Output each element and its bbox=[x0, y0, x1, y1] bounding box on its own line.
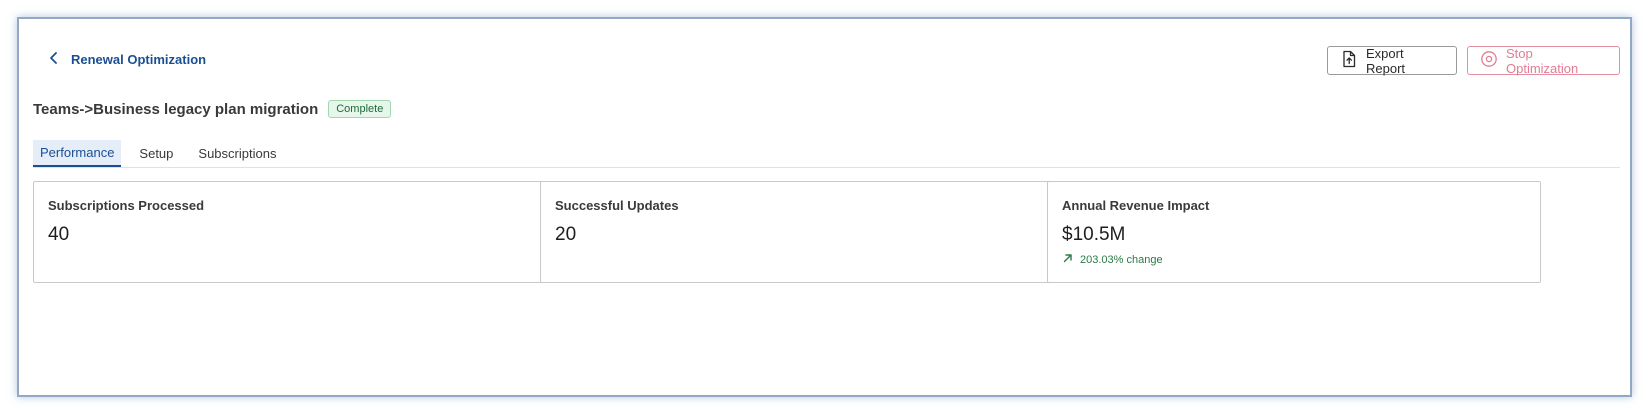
metric-value: 20 bbox=[555, 224, 577, 245]
tab-label: Performance bbox=[40, 145, 115, 160]
metric-label: Annual Revenue Impact bbox=[1062, 198, 1210, 213]
tab-performance[interactable]: Performance bbox=[33, 140, 122, 167]
metric-change-label: 203.03% change bbox=[1080, 253, 1163, 266]
metric-card-annual-revenue-impact: Annual Revenue Impact $10.5M 203.03% cha… bbox=[1047, 181, 1541, 283]
tab-setup[interactable]: Setup bbox=[132, 140, 180, 167]
chevron-left-icon bbox=[47, 51, 61, 68]
tab-label: Subscriptions bbox=[198, 146, 277, 161]
export-report-button[interactable]: Export Report bbox=[1327, 45, 1457, 76]
stop-optimization-button[interactable]: Stop Optimization bbox=[1467, 45, 1620, 76]
metric-card-subscriptions-processed: Subscriptions Processed 40 bbox=[33, 181, 552, 283]
file-upload-icon bbox=[1340, 50, 1358, 71]
back-link[interactable]: Renewal Optimization bbox=[47, 48, 206, 70]
stop-circle-icon bbox=[1480, 50, 1498, 71]
metric-value: $10.5M bbox=[1062, 224, 1126, 245]
tab-label: Setup bbox=[139, 146, 174, 161]
status-badge: Complete bbox=[328, 100, 392, 118]
metric-value: 40 bbox=[48, 224, 70, 245]
tab-bar: Performance Setup Subscriptions bbox=[33, 140, 1620, 168]
app-frame: Renewal Optimization Export Report Stop … bbox=[17, 17, 1632, 397]
metric-label: Successful Updates bbox=[555, 198, 679, 213]
page-title: Teams->Business legacy plan migration bbox=[33, 100, 319, 118]
metric-card-successful-updates: Successful Updates 20 bbox=[540, 181, 1059, 283]
metric-change: 203.03% change bbox=[1062, 252, 1163, 267]
tab-subscriptions[interactable]: Subscriptions bbox=[191, 140, 283, 167]
metric-label: Subscriptions Processed bbox=[48, 198, 205, 213]
arrow-up-right-icon bbox=[1062, 252, 1074, 267]
back-link-label: Renewal Optimization bbox=[71, 51, 207, 67]
page-title-row: Teams->Business legacy plan migration Co… bbox=[33, 100, 392, 118]
export-report-label: Export Report bbox=[1366, 45, 1406, 76]
stop-optimization-label: Stop Optimization bbox=[1506, 45, 1579, 76]
